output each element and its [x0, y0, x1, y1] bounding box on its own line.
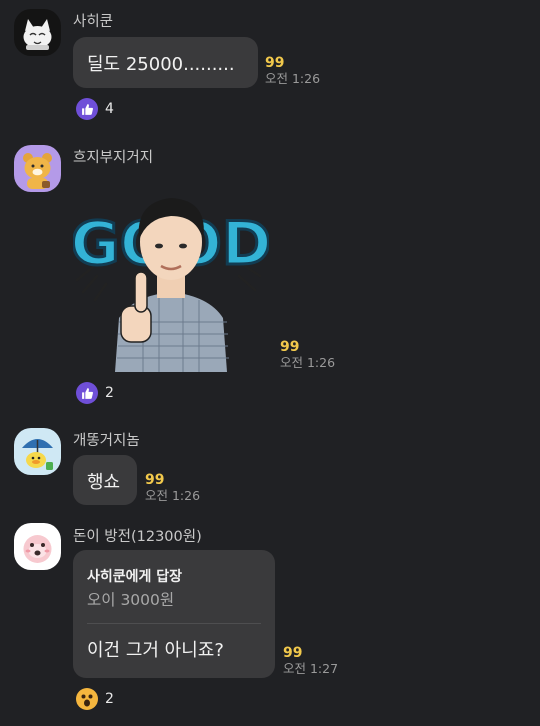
- lion-avatar-icon: [23, 153, 52, 189]
- sender-name: 흐지부지거지: [73, 150, 154, 166]
- pink-character-avatar-icon: [23, 535, 52, 563]
- reaction-count: 2: [105, 691, 114, 707]
- avatar[interactable]: [14, 523, 61, 570]
- sender-name: 돈이 방전(12300원): [73, 529, 202, 545]
- chat-room: 사히쿤 딜도 25000......... 99 오전 1:26 4 흐지부지거…: [0, 0, 540, 726]
- unread-count: 99: [283, 645, 303, 661]
- reaction-count: 2: [105, 385, 114, 401]
- avatar[interactable]: [14, 9, 61, 56]
- timestamp: 오전 1:26: [280, 355, 336, 370]
- message-bubble[interactable]: 딜도 25000.........: [73, 37, 258, 88]
- timestamp: 오전 1:26: [145, 488, 201, 503]
- thumbs-up-icon: [76, 382, 98, 404]
- divider: [87, 623, 261, 624]
- unread-count: 99: [265, 55, 285, 71]
- message-meta: 99 오전 1:27: [283, 645, 338, 677]
- cat-avatar-icon: [23, 19, 52, 50]
- message-text: 행쇼: [87, 472, 121, 493]
- unread-count: 99: [280, 339, 300, 355]
- message-text: 이건 그거 아니죠?: [87, 640, 224, 661]
- message-meta: 99 오전 1:26: [265, 55, 320, 87]
- timestamp: 오전 1:27: [283, 661, 339, 676]
- reaction-count: 4: [105, 101, 114, 117]
- surprised-face-icon: [76, 688, 98, 710]
- sender-name: 개똥거지놈: [73, 433, 140, 449]
- thumbs-up-icon: [76, 98, 98, 120]
- timestamp: 오전 1:26: [265, 71, 321, 86]
- reply-title: 사히쿤에게 답장: [87, 569, 183, 585]
- unread-count: 99: [145, 472, 165, 488]
- sticker-image[interactable]: GOOD: [69, 172, 273, 372]
- message-text: 딜도 25000.........: [87, 54, 235, 75]
- sender-name: 사히쿤: [73, 14, 114, 30]
- message-meta: 99 오전 1:26: [145, 472, 200, 504]
- reaction-chip[interactable]: 4: [76, 96, 114, 122]
- message-bubble[interactable]: 행쇼: [73, 455, 137, 505]
- reply-bubble[interactable]: 사히쿤에게 답장 오이 3000원 이건 그거 아니죠?: [73, 550, 275, 678]
- reaction-chip[interactable]: 2: [76, 686, 114, 712]
- reaction-chip[interactable]: 2: [76, 380, 114, 406]
- avatar[interactable]: [14, 145, 61, 192]
- quoted-text: 오이 3000원: [87, 591, 175, 609]
- duck-umbrella-avatar-icon: [22, 439, 53, 470]
- message-meta: 99 오전 1:26: [280, 339, 335, 371]
- avatar[interactable]: [14, 428, 61, 475]
